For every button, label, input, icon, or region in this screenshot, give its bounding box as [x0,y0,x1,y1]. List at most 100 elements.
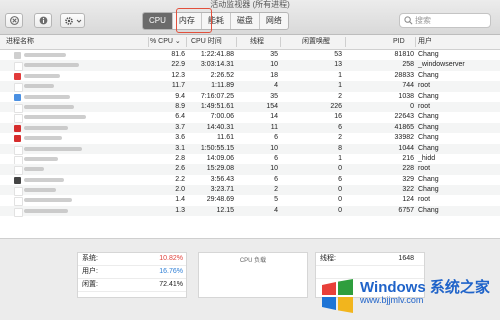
app-icon [14,93,21,101]
cell-time: 1:50:55.15 [200,144,234,152]
table-row[interactable]: 3.7 14:40.31 11 6 41865 Chang [0,122,500,134]
cell-time: 3:56.43 [210,175,234,183]
cell-cpu: 9.4 [175,92,185,100]
cell-cpu: 2.6 [175,165,185,173]
search-field[interactable]: 搜索 [399,13,491,28]
process-name-redacted [24,53,66,57]
cell-pid: 22643 [394,113,414,121]
cell-idle: 53 [334,51,342,58]
cell-idle: 1 [338,82,342,90]
process-name-redacted [24,188,56,193]
table-row[interactable]: 1.4 29:48.69 5 0 124 root [0,195,500,207]
cell-threads: 18 [270,71,278,79]
cell-pid: 258 [402,61,414,69]
cell-time: 7:16:07.25 [200,92,234,100]
table-row[interactable]: 11.7 1:11.89 4 1 744 root [0,81,500,93]
table-row[interactable]: 2.6 15:29.08 10 0 228 root [0,164,500,176]
cell-time: 7:00.06 [210,113,234,121]
table-row[interactable]: 2.0 3:23.71 2 0 322 Chang [0,185,500,197]
cell-cpu: 12.3 [171,71,185,79]
chevron-down-icon [76,19,81,23]
cell-time: 14:40.31 [206,123,234,131]
table-row[interactable]: 6.4 7:00.06 14 16 22643 Chang [0,112,500,124]
cell-user: root [418,102,431,110]
cell-user: Chang [418,186,439,194]
cell-threads: 4 [274,206,278,214]
cell-threads: 6 [274,175,278,183]
cell-pid: 228 [402,165,414,173]
column-header-cpu-time[interactable]: CPU 时间 [191,35,222,49]
stat-label: 闲置: [82,281,98,288]
table-row[interactable]: 2.8 14:09.06 6 1 216 _hidd [0,154,500,165]
process-name-redacted [24,104,74,109]
stat-value-idle: 72.41% [159,281,183,288]
column-header-pid[interactable]: PID [393,35,405,49]
process-name-redacted [24,63,79,68]
activity-monitor-window: 活动监视器 (所有进程) CPU 内存 能耗 磁盘 网络 搜索 进程名称 % C… [0,0,500,320]
gear-menu-button[interactable] [60,13,85,28]
tab-network[interactable]: 网络 [260,13,288,29]
cell-pid: 28833 [394,71,414,79]
cell-pid: 744 [402,82,414,90]
cell-pid: 6757 [398,206,414,214]
process-name-redacted [24,167,44,172]
process-name-redacted [24,125,68,130]
cell-cpu: 3.6 [175,134,185,142]
close-icon [9,16,19,25]
cell-idle: 2 [338,92,342,100]
column-header-cpu[interactable]: % CPU ⌄ [150,35,181,49]
cell-time: 1:11.89 [211,82,234,90]
cell-idle: 0 [338,206,342,214]
cell-user: Chang [418,71,439,79]
tab-cpu[interactable]: CPU [143,13,173,29]
cell-cpu: 2.2 [175,175,185,183]
cell-time: 11.61 [217,134,234,142]
cell-cpu: 1.4 [175,196,185,204]
table-row[interactable]: 2.2 3:56.43 6 6 329 Chang [0,175,500,185]
cell-cpu: 81.6 [171,51,185,58]
cell-idle: 8 [338,144,342,152]
cell-pid: 124 [402,196,414,204]
info-button[interactable] [34,13,52,28]
cell-time: 2:26.52 [210,71,234,79]
cell-threads: 35 [270,51,278,58]
close-process-button[interactable] [5,13,23,28]
cell-pid: 322 [402,186,414,194]
app-icon [14,52,21,59]
table-row[interactable]: 3.6 11.61 6 2 33982 Chang [0,133,500,143]
cell-pid: 329 [402,175,414,183]
table-row[interactable]: 81.6 1:22:41.88 35 53 81810 Chang [0,50,500,60]
table-row[interactable]: 8.9 1:49:51.61 154 226 0 root [0,101,500,113]
gear-icon [64,16,73,25]
cell-threads: 35 [270,92,278,100]
table-row[interactable]: 9.4 7:16:07.25 35 2 1038 Chang [0,92,500,102]
cell-user: Chang [418,123,439,131]
cell-time: 29:48.69 [206,196,234,204]
process-name-redacted [24,156,58,161]
table-row[interactable]: 22.9 3:03:14.31 10 13 258 _windowserver [0,60,500,72]
column-header-threads[interactable]: 线程 [250,35,264,49]
column-header-user[interactable]: 用户 [418,35,432,49]
cell-cpu: 3.1 [175,144,185,152]
table-row[interactable]: 12.3 2:26.52 18 1 28833 Chang [0,71,500,81]
table-row[interactable]: 1.3 12.15 4 0 6757 Chang [0,205,500,217]
cell-user: root [418,165,431,173]
cell-threads: 6 [274,134,278,142]
cell-user: _windowserver [418,61,465,69]
memory-tab-highlight [176,8,212,33]
tab-disk[interactable]: 磁盘 [231,13,260,29]
cell-threads: 10 [270,144,278,152]
column-header-name[interactable]: 进程名称 [6,35,34,49]
cell-time: 12.15 [216,206,234,214]
cell-threads: 4 [274,82,278,90]
column-header-idle-wake[interactable]: 闲置唤醒 [302,35,330,49]
cell-threads: 11 [270,123,278,131]
stat-row-system: 系统: 10.82% [78,253,186,266]
cell-time: 1:22:41.88 [200,51,234,58]
cell-user: Chang [418,113,439,121]
cell-user: Chang [418,206,439,214]
cell-user: Chang [418,92,439,100]
cell-user: Chang [418,134,439,142]
table-row[interactable]: 3.1 1:50:55.15 10 8 1044 Chang [0,143,500,155]
cell-idle: 16 [334,113,342,121]
